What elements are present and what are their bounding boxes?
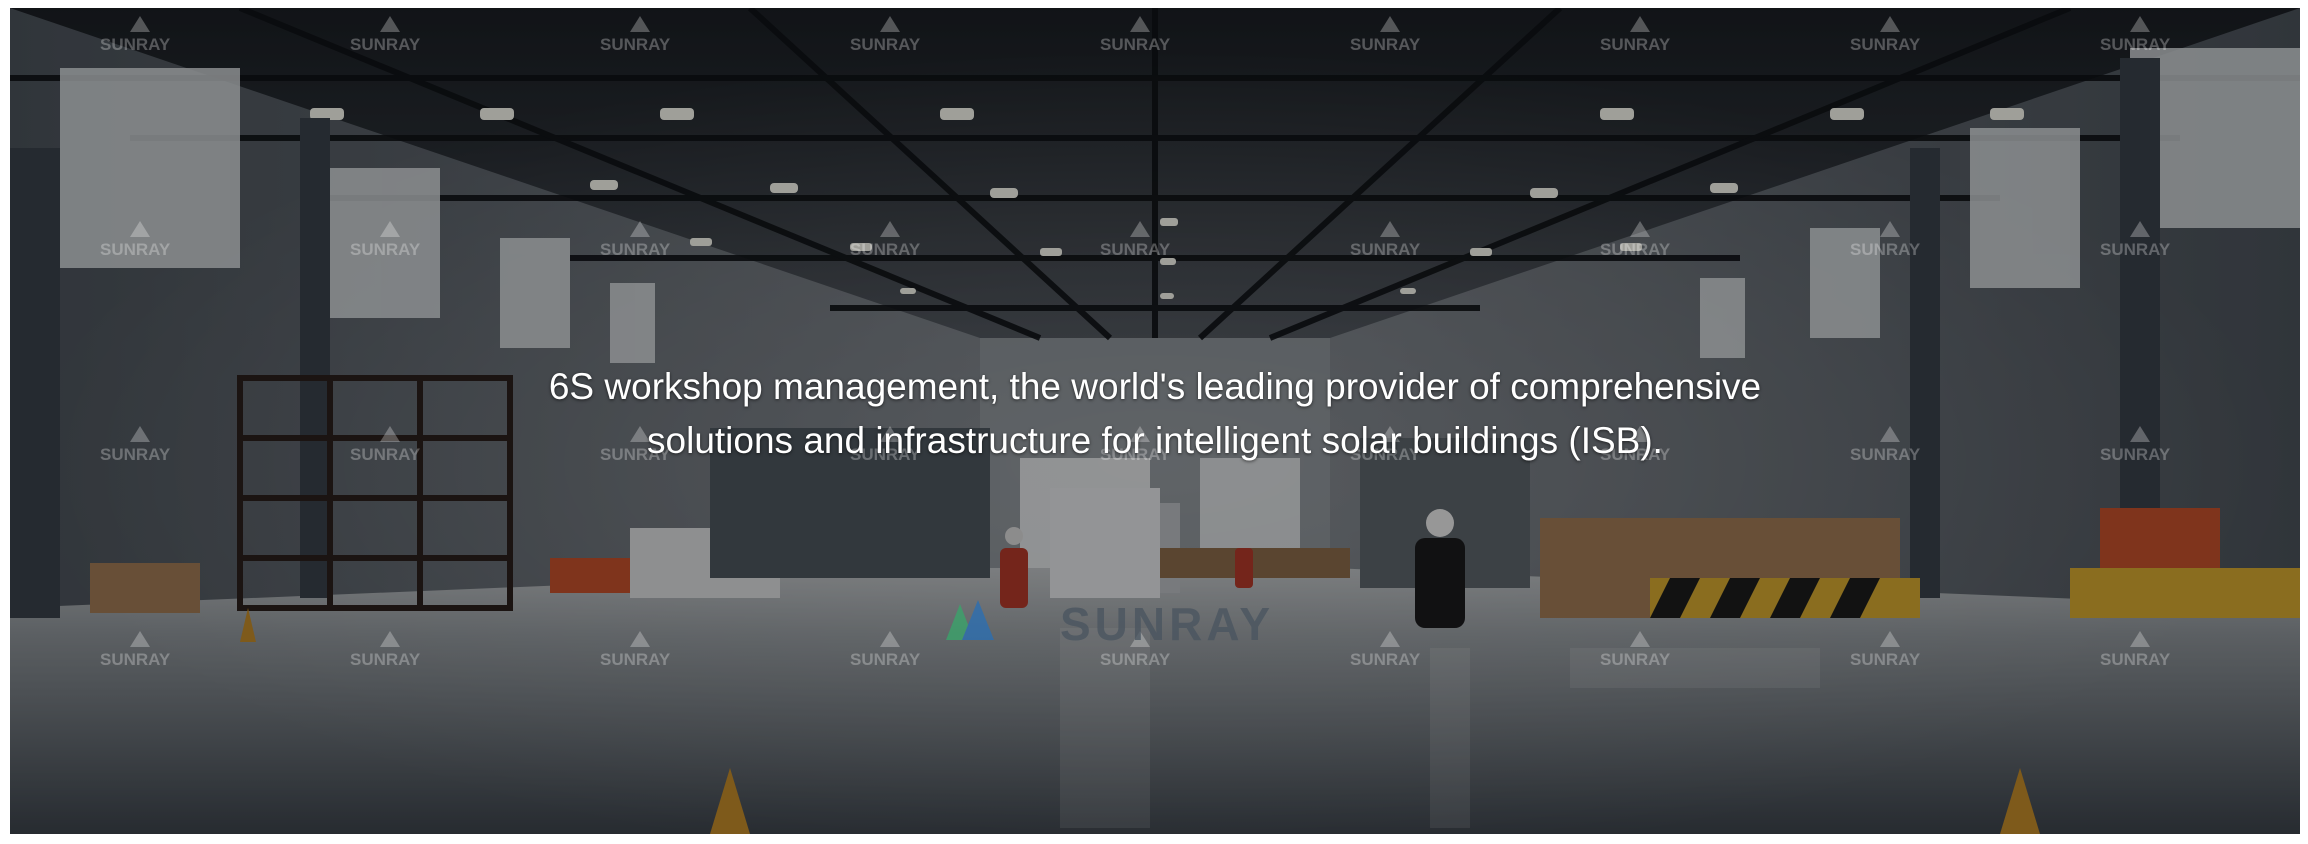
watermark-text: SUNRAY: [850, 35, 921, 54]
watermark-text: SUNRAY: [1600, 35, 1671, 54]
watermark-text: SUNRAY: [600, 35, 671, 54]
watermark-text: SUNRAY: [350, 35, 421, 54]
watermark-text: SUNRAY: [100, 650, 171, 669]
watermark-text: SUNRAY: [1850, 650, 1921, 669]
watermark-text: SUNRAY: [2100, 35, 2171, 54]
watermark-text: SUNRAY: [1600, 240, 1671, 259]
watermark-text: SUNRAY: [600, 650, 671, 669]
watermark-text: SUNRAY: [350, 650, 421, 669]
watermark-text: SUNRAY: [350, 240, 421, 259]
watermark-text: SUNRAY: [100, 240, 171, 259]
caption-line-1: 6S workshop management, the world's lead…: [548, 366, 1762, 407]
watermark-text: SUNRAY: [1350, 650, 1421, 669]
sunray-logo-text: SUNRAY: [1060, 598, 1274, 650]
banner-caption: 6S workshop management, the world's lead…: [10, 360, 2300, 468]
watermark-text: SUNRAY: [850, 650, 921, 669]
caption-line-2: solutions and infrastructure for intelli…: [647, 420, 1663, 461]
watermark-text: SUNRAY: [1100, 35, 1171, 54]
watermark-text: SUNRAY: [1600, 650, 1671, 669]
watermark-text: SUNRAY: [2100, 240, 2171, 259]
watermark-text: SUNRAY: [1850, 35, 1921, 54]
watermark-text: SUNRAY: [100, 35, 171, 54]
watermark-text: SUNRAY: [1850, 240, 1921, 259]
watermark-text: SUNRAY: [1100, 650, 1171, 669]
hero-banner: SUNRAY SUNRAY SUNRAY SUNRAY SUNRAY SUNRAY SUNR…: [10, 8, 2300, 834]
watermark-text: SUNRAY: [1350, 240, 1421, 259]
watermark-text: SUNRAY: [850, 240, 921, 259]
watermark-text: SUNRAY: [600, 240, 671, 259]
watermark-text: SUNRAY: [1350, 35, 1421, 54]
watermark-text: SUNRAY: [2100, 650, 2171, 669]
watermark-text: SUNRAY: [1100, 240, 1171, 259]
